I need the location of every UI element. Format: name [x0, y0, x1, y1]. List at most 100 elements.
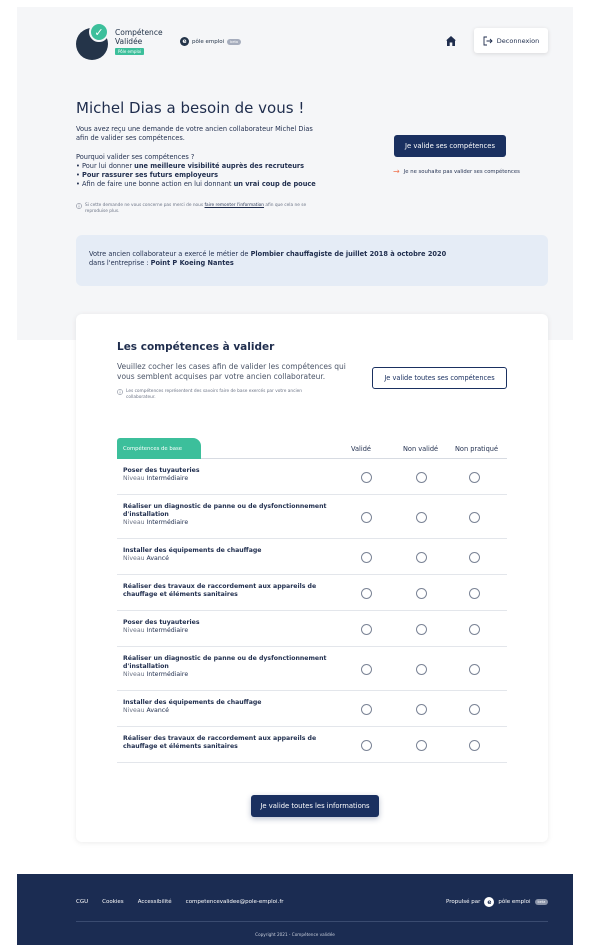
skill-name: Réaliser des travaux de raccordement aux… — [123, 735, 317, 750]
skill-label: Installer des équipements de chauffage Ni… — [123, 699, 343, 715]
check-icon: ✓ — [89, 22, 109, 42]
radio-valid[interactable] — [361, 739, 372, 751]
reason-item: Pour lui donner une meilleure visibilité… — [76, 162, 356, 171]
table-row: Réaliser un diagnostic de panne ou de dy… — [117, 647, 507, 691]
skills-rows: Poser des tuyauteries Niveau Intermédiair… — [117, 459, 507, 763]
home-icon[interactable] — [445, 35, 457, 47]
skill-level: Niveau Avancé — [123, 707, 169, 714]
table-row: Réaliser un diagnostic de panne ou de dy… — [117, 495, 507, 539]
skill-label: Installer des équipements de chauffage Ni… — [123, 547, 343, 563]
info-icon — [76, 203, 82, 209]
skill-name: Installer des équipements de chauffage — [123, 547, 262, 554]
radio-not-valid[interactable] — [416, 703, 427, 715]
footer-link-email[interactable]: competencevalidee@pole-emploi.fr — [186, 899, 284, 905]
pole-emploi-icon: e — [484, 897, 495, 907]
skill-level: Niveau Intermédiaire — [123, 627, 189, 634]
page-background: ✓ Compétence Validée Pôle emploi e pôle … — [17, 7, 573, 863]
table-row: Installer des équipements de chauffage Ni… — [117, 539, 507, 575]
radio-not-valid[interactable] — [416, 471, 427, 483]
skill-label: Poser des tuyauteries Niveau Intermédiair… — [123, 467, 343, 483]
skill-name: Réaliser un diagnostic de panne ou de dy… — [123, 503, 327, 518]
radio-valid[interactable] — [361, 551, 372, 563]
powered-by: Propulsé par e pôle emploi beta — [446, 897, 549, 907]
powered-by-label: Propulsé par — [446, 899, 481, 905]
table-row: Poser des tuyauteries Niveau Intermédiair… — [117, 611, 507, 647]
pole-emploi-icon: e — [180, 37, 189, 46]
partner-name: pôle emploi — [192, 38, 225, 45]
submit-all-button[interactable]: Je valide toutes les informations — [251, 795, 379, 817]
radio-not-valid[interactable] — [416, 551, 427, 563]
radio-valid[interactable] — [361, 623, 372, 635]
copyright: Copyright 2021 - Compétence validée — [255, 932, 335, 937]
column-header-not-valid: Non validé — [403, 445, 439, 453]
table-row: Réaliser des travaux de raccordement aux… — [117, 575, 507, 611]
info-icon — [117, 389, 123, 395]
skill-label: Réaliser un diagnostic de panne ou de dy… — [123, 655, 343, 679]
job-title: Plombier chauffagiste de juillet 2018 à … — [250, 250, 447, 258]
radio-not-valid[interactable] — [416, 663, 427, 675]
radio-not-practiced[interactable] — [469, 663, 480, 675]
table-row: Poser des tuyauteries Niveau Intermédiair… — [117, 459, 507, 495]
logout-icon — [483, 36, 493, 45]
radio-not-practiced[interactable] — [469, 739, 480, 751]
page-title: Michel Dias a besoin de vous ! — [76, 99, 305, 117]
skill-level: Niveau Avancé — [123, 555, 169, 562]
skill-level: Niveau Intermédiaire — [123, 475, 189, 482]
partner-badge: beta — [227, 38, 242, 45]
logout-label: Deconnexion — [496, 36, 540, 45]
radio-not-practiced[interactable] — [469, 623, 480, 635]
reasons-title: Pourquoi valider ses compétences ? — [76, 153, 195, 161]
radio-not-valid[interactable] — [416, 623, 427, 635]
refuse-label: Je ne souhaite pas valider ses compétenc… — [403, 168, 520, 175]
skill-level: Niveau Intermédiaire — [123, 519, 189, 526]
footer-partner-name[interactable]: pôle emploi — [498, 899, 530, 905]
refuse-link[interactable]: → Je ne souhaite pas valider ses compéte… — [393, 167, 520, 176]
radio-not-practiced[interactable] — [469, 703, 480, 715]
brand-tag: Pôle emploi — [115, 48, 145, 55]
validate-all-skills-button[interactable]: Je valide toutes ses compétences — [372, 367, 507, 389]
radio-not-practiced[interactable] — [469, 551, 480, 563]
skills-note: Les compétences représentent des savoirs… — [117, 389, 317, 401]
skill-label: Réaliser des travaux de raccordement aux… — [123, 735, 343, 751]
skills-card: Les compétences à valider Veuillez coche… — [76, 314, 548, 842]
tab-base-skills[interactable]: Compétences de base — [117, 438, 201, 459]
radio-not-valid[interactable] — [416, 511, 427, 523]
footer-link-cgu[interactable]: CGU — [76, 899, 88, 905]
footer-partner-badge: beta — [534, 899, 549, 905]
table-row: Réaliser des travaux de raccordement aux… — [117, 727, 507, 763]
logout-button[interactable]: Deconnexion — [474, 28, 548, 53]
radio-not-practiced[interactable] — [469, 471, 480, 483]
skill-label: Poser des tuyauteries Niveau Intermédiair… — [123, 619, 343, 635]
skills-subtitle: Veuillez cocher les cases afin de valide… — [117, 362, 346, 381]
skill-name: Installer des équipements de chauffage — [123, 699, 262, 706]
radio-valid[interactable] — [361, 703, 372, 715]
validate-skills-button[interactable]: Je valide ses compétences — [394, 135, 506, 157]
skill-level: Niveau Intermédiaire — [123, 671, 189, 678]
radio-not-valid[interactable] — [416, 739, 427, 751]
skills-table: Compétences de base Validé Non validé No… — [117, 438, 507, 763]
table-header: Compétences de base Validé Non validé No… — [117, 438, 507, 459]
footer-link-cookies[interactable]: Cookies — [102, 899, 124, 905]
arrow-right-icon: → — [393, 167, 400, 176]
footer-link-accessibility[interactable]: Accessibilité — [138, 899, 172, 905]
hero-section: ✓ Compétence Validée Pôle emploi e pôle … — [17, 7, 573, 340]
reason-item: Afin de faire une bonne action en lui do… — [76, 180, 356, 189]
radio-valid[interactable] — [361, 663, 372, 675]
report-note: Si cette demande ne vous concerne pas me… — [76, 203, 316, 215]
report-link[interactable]: faire remonter l'information — [205, 203, 265, 208]
radio-not-practiced[interactable] — [469, 587, 480, 599]
radio-valid[interactable] — [361, 511, 372, 523]
footer-links: CGU Cookies Accessibilité competencevali… — [76, 899, 284, 905]
skill-name: Réaliser un diagnostic de panne ou de dy… — [123, 655, 327, 670]
radio-valid[interactable] — [361, 587, 372, 599]
radio-not-valid[interactable] — [416, 587, 427, 599]
skill-name: Réaliser des travaux de raccordement aux… — [123, 583, 317, 598]
radio-valid[interactable] — [361, 471, 372, 483]
column-header-not-practiced: Non pratiqué — [455, 445, 499, 453]
skill-name: Poser des tuyauteries — [123, 467, 200, 474]
hero-intro: Vous avez reçu une demande de votre anci… — [76, 125, 313, 142]
radio-not-practiced[interactable] — [469, 511, 480, 523]
column-header-valid: Validé — [351, 445, 371, 453]
brand-name[interactable]: Compétence Validée — [115, 28, 175, 46]
reasons-block: Pourquoi valider ses compétences ? Pour … — [76, 153, 356, 189]
